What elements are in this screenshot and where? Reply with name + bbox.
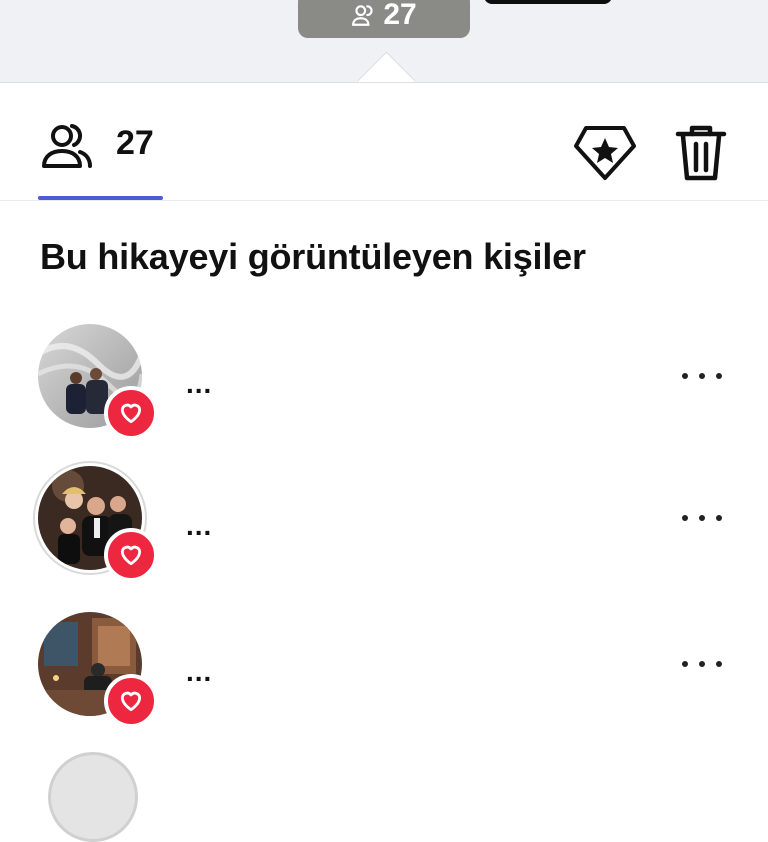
viewers-icon [352,5,373,26]
viewers-tabbar: 27 [0,110,768,201]
viewer-avatar-partial[interactable] [48,752,138,842]
viewers-count: 27 [116,124,154,162]
viewer-row[interactable]: ... [0,324,768,454]
viewer-avatar[interactable] [38,466,158,582]
story-view-count: 27 [383,0,417,31]
more-options-icon[interactable] [682,506,722,530]
liked-badge [104,674,158,728]
liked-badge [104,386,158,440]
delete-button[interactable] [672,122,730,184]
heart-icon [120,691,142,712]
highlight-button[interactable] [574,122,636,184]
viewer-avatar[interactable] [38,612,158,728]
more-options-icon[interactable] [682,364,722,388]
liked-badge [104,528,158,582]
heart-icon [120,545,142,566]
more-options-icon[interactable] [682,652,722,676]
heart-icon [120,403,142,424]
trash-icon [675,125,727,181]
viewer-avatar[interactable] [38,324,158,440]
viewer-row[interactable]: ... [0,612,768,742]
story-thumbnail-next[interactable] [484,0,612,4]
diamond-star-icon [574,126,636,180]
tab-viewers[interactable]: 27 [38,110,163,200]
section-title: Bu hikayeyi görüntüleyen kişiler [40,236,586,277]
viewer-row[interactable]: ... [0,466,768,596]
viewers-icon [42,124,92,168]
active-tab-indicator [38,196,163,200]
viewer-name[interactable]: ... [186,656,212,688]
viewer-name[interactable]: ... [186,510,212,542]
story-thumbnail[interactable]: 27 [298,0,470,38]
viewer-name[interactable]: ... [186,368,212,400]
